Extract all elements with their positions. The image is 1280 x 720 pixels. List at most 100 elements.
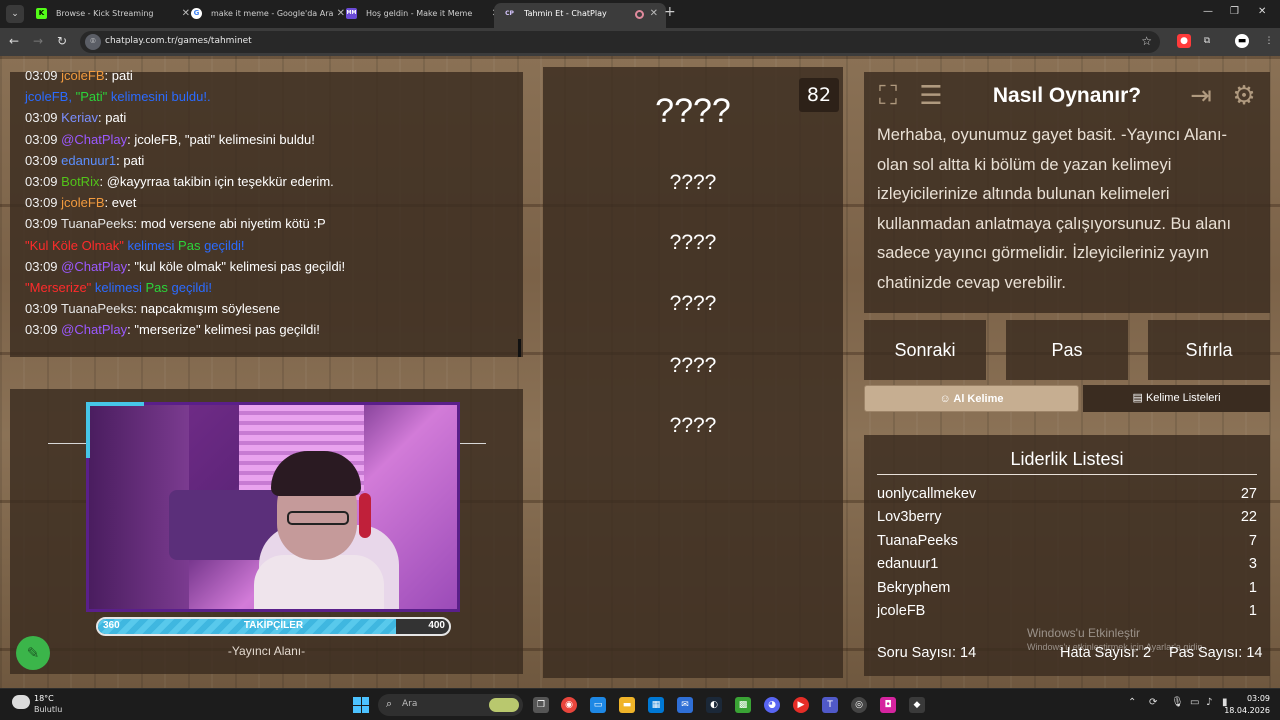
chat-message: 03:09 BotRix: @kayyrraa takibin için teş… — [25, 173, 334, 189]
site-info-icon[interactable]: ⌾ — [85, 34, 101, 50]
tab-title: make it meme - Google'da Ara — [211, 9, 334, 18]
follower-max: 400 — [428, 620, 445, 631]
reload-button[interactable]: ↻ — [57, 34, 67, 48]
chrome-icon[interactable]: ◉ — [561, 697, 577, 713]
minimize-button[interactable]: — — [1203, 6, 1213, 17]
taskbar-search[interactable]: ⌕ Ara — [378, 694, 523, 716]
chat-message: 03:09 jcoleFB: pati — [25, 68, 133, 83]
hidden-word: ???? — [669, 231, 717, 254]
url-text[interactable]: chatplay.com.tr/games/tahminet — [105, 36, 252, 46]
word-lists-tab[interactable]: ▤ Kelime Listeleri — [1083, 385, 1270, 412]
taskbar-time[interactable]: 03:09 — [1240, 694, 1270, 703]
hidden-word: ???? — [669, 171, 717, 194]
tab-google[interactable]: G make it meme - Google'da Ara ✕ — [181, 3, 353, 28]
windows-start-icon[interactable] — [353, 697, 369, 713]
system-message: "Kul Köle Olmak" kelimesi Pas geçildi! — [25, 237, 245, 253]
hidden-word: ???? — [669, 414, 717, 437]
instagram-icon[interactable]: ◘ — [880, 697, 896, 713]
current-word: ???? — [655, 92, 731, 130]
follower-goal-bar: 360 TAKİPÇİLER 400 — [96, 617, 451, 636]
webcam-frame-accent — [86, 402, 90, 458]
how-to-play-text: Merhaba, oyunumuz gayet basit. -Yayıncı … — [877, 126, 1232, 292]
extensions-puzzle-icon[interactable]: ⧉ — [1200, 34, 1214, 48]
hidden-word: ???? — [669, 292, 717, 315]
search-icon: ⌕ — [386, 697, 393, 710]
chat-message: 03:09 @ChatPlay: "merserize" kelimesi pa… — [25, 322, 320, 338]
chat-message: 03:09 @ChatPlay: "kul köle olmak" kelime… — [25, 258, 346, 274]
chat-message: 03:09 TuanaPeeks: mod versene abi niyeti… — [25, 216, 326, 232]
follower-label: TAKİPÇİLER — [243, 620, 304, 631]
tab-search-button[interactable]: ⌄ — [6, 5, 24, 23]
pen-icon-button[interactable]: ✎ — [16, 636, 50, 670]
gear-icon[interactable]: ⚙ — [1227, 79, 1261, 113]
more-menu-icon[interactable]: ⋮ — [1262, 34, 1276, 48]
tab-kick[interactable]: K Browse - Kick Streaming ✕ — [26, 3, 198, 28]
teams-icon[interactable]: T — [822, 697, 838, 713]
browser-tabstrip: ⌄ K Browse - Kick Streaming ✕ G make it … — [0, 0, 1280, 28]
bookmark-star-icon[interactable]: ☆ — [1141, 34, 1152, 48]
weather-description[interactable]: Bulutlu — [34, 705, 62, 714]
app-icon[interactable]: ◆ — [909, 697, 925, 713]
chat-messages: 03:09 jcoleFB: pati jcoleFB, "Pati" keli… — [25, 65, 520, 340]
profile-avatar-icon[interactable]: ▬ — [1235, 34, 1249, 48]
words-panel: 82 ???? ???? ???? ???? ???? ???? — [543, 67, 843, 678]
tab-makeitmeme[interactable]: MM Hoş geldin - Make it Meme ✕ — [336, 3, 508, 28]
ai-word-tab[interactable]: ☺ Al Kelime — [864, 385, 1079, 412]
webcam-frame-accent — [86, 402, 144, 406]
close-icon[interactable]: ✕ — [650, 3, 658, 25]
activation-watermark-title: Windows'u Etkinleştir — [1027, 626, 1140, 640]
kick-favicon-icon: K — [36, 8, 47, 19]
tab-title: Tahmin Et - ChatPlay — [524, 9, 607, 18]
minecraft-icon[interactable]: ▩ — [735, 697, 751, 713]
question-count: Soru Sayısı: 14 — [877, 645, 977, 661]
chat-message: 03:09 jcoleFB: evet — [25, 195, 137, 211]
chat-panel: 03:09 jcoleFB: pati jcoleFB, "Pati" keli… — [10, 68, 523, 357]
chat-message: 03:09 TuanaPeeks: napcakmışım söylesene — [25, 301, 281, 317]
tray-expand-icon[interactable]: ⌃ — [1128, 697, 1136, 708]
volume-icon[interactable]: ♪ — [1206, 697, 1212, 708]
window-close-button[interactable]: ✕ — [1258, 6, 1266, 17]
steam-icon[interactable]: ◐ — [706, 697, 722, 713]
chat-scrollbar[interactable] — [518, 339, 521, 357]
new-tab-button[interactable]: + — [664, 4, 676, 20]
mail-icon[interactable]: ✉ — [677, 697, 693, 713]
sync-icon[interactable]: ⟳ — [1149, 697, 1157, 708]
discord-icon[interactable]: ◕ — [764, 697, 780, 713]
chat-message: 03:09 edanuur1: pati — [25, 152, 145, 168]
chat-message: 03:09 @ChatPlay: jcoleFB, "pati" kelimes… — [25, 131, 315, 147]
youtube-icon[interactable]: ▶ — [793, 697, 809, 713]
reset-button[interactable]: Sıfırla — [1148, 320, 1270, 380]
microphone-icon[interactable]: 🎙 — [1171, 697, 1184, 708]
game-page: 03:09 jcoleFB: pati jcoleFB, "Pati" keli… — [0, 56, 1280, 688]
maximize-button[interactable]: ❐ — [1230, 6, 1239, 17]
extension-icon[interactable]: ● — [1177, 34, 1191, 48]
next-button[interactable]: Sonraki — [864, 320, 986, 380]
ai-icon: ☺ — [939, 393, 951, 405]
taskbar-date[interactable]: 18.04.2026 — [1222, 706, 1270, 715]
obs-icon[interactable]: ◎ — [851, 697, 867, 713]
leaderboard-row: TuanaPeeks 7 — [877, 533, 1257, 549]
divider — [458, 443, 486, 444]
activation-watermark-sub: Windows'u etkinleştirmek için Ayarlar'a … — [1027, 642, 1205, 652]
search-placeholder: Ara — [402, 699, 418, 709]
cloud-icon[interactable] — [12, 695, 30, 709]
tab-title: Browse - Kick Streaming — [56, 9, 154, 18]
google-favicon-icon: G — [191, 8, 202, 19]
pass-button[interactable]: Pas — [1006, 320, 1128, 380]
forward-button[interactable]: → — [33, 34, 43, 48]
how-to-play-panel: ⛶ ☰ Nasıl Oynanır? ⇥ ⚙ Merhaba, oyunumuz… — [864, 72, 1270, 313]
recording-icon — [635, 10, 644, 19]
back-button[interactable]: ← — [9, 34, 19, 48]
divider — [48, 443, 88, 444]
store-icon[interactable]: ▦ — [648, 697, 664, 713]
search-highlight-image — [489, 698, 519, 712]
streamer-panel: 360 TAKİPÇİLER 400 -Yayıncı Alanı- ✎ — [10, 389, 523, 674]
widgets-icon[interactable]: ▭ — [590, 697, 606, 713]
exit-icon[interactable]: ⇥ — [1184, 79, 1218, 113]
address-bar[interactable]: ⌾ chatplay.com.tr/games/tahminet ☆ — [80, 31, 1160, 53]
network-icon[interactable]: ▭ — [1190, 697, 1199, 708]
task-view-icon[interactable]: ❐ — [533, 697, 549, 713]
file-explorer-icon[interactable]: ▬ — [619, 697, 635, 713]
tab-chatplay[interactable]: CP Tahmin Et - ChatPlay ✕ — [494, 3, 666, 28]
weather-temperature[interactable]: 18°C — [34, 694, 54, 703]
